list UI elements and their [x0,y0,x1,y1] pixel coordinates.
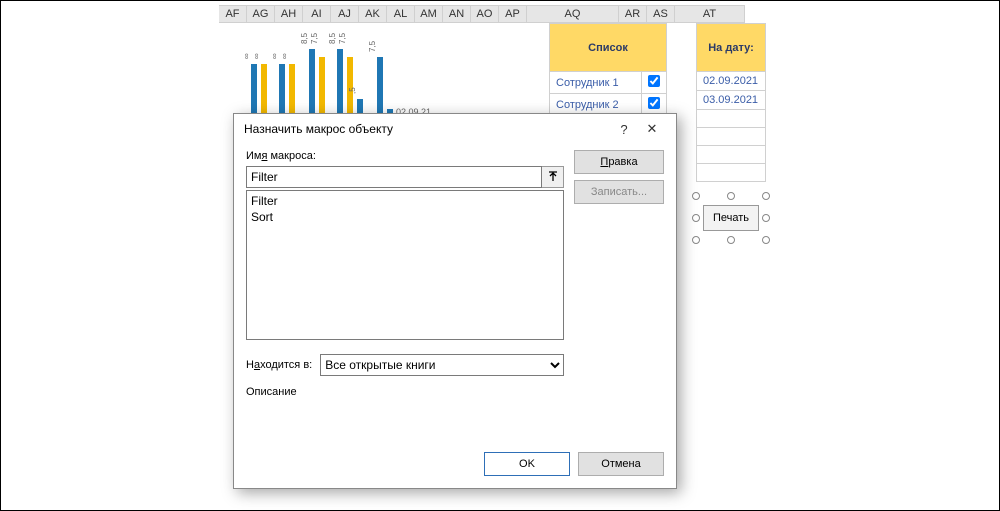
na-datu-table: На дату: 02.09.202103.09.2021 [696,23,766,182]
resize-handle[interactable] [692,236,700,244]
chart-bar: ∞ [289,64,295,119]
resize-handle[interactable] [762,236,770,244]
date-cell[interactable] [697,164,766,182]
column-header-AK[interactable]: AK [359,5,387,23]
column-header-AP[interactable]: AP [499,5,527,23]
chart-bar: ∞ [251,64,257,119]
list-item[interactable]: Sort [251,209,559,225]
chart-bar: 7,5 [319,57,325,119]
chart-bar: ∞ [261,64,267,119]
dialog-title: Назначить макрос объекту [244,122,393,136]
located-in-label: Находится в: [246,359,312,371]
employee-checkbox[interactable] [648,75,660,87]
date-cell[interactable]: 02.09.2021 [697,72,766,91]
column-header-AM[interactable]: AM [415,5,443,23]
close-icon[interactable]: ✕ [638,121,666,137]
date-cell[interactable]: 03.09.2021 [697,91,766,110]
resize-handle[interactable] [692,192,700,200]
record-button[interactable]: Записать... [574,180,664,204]
located-in-select[interactable]: Все открытые книги [320,354,564,376]
print-button[interactable]: Печать [703,205,759,231]
column-header-AL[interactable]: AL [387,5,415,23]
spisok-header: Список [550,24,667,72]
employee-checkbox[interactable] [648,97,660,109]
chart-bar: 8,5 [337,49,343,119]
column-header-AF[interactable]: AF [219,5,247,23]
column-header-AR[interactable]: AR [619,5,647,23]
date-cell[interactable] [697,146,766,164]
print-button-selected[interactable]: Печать [696,196,766,240]
resize-handle[interactable] [727,192,735,200]
column-header-AT[interactable]: AT [675,5,745,23]
resize-handle[interactable] [762,214,770,222]
column-header-AS[interactable]: AS [647,5,675,23]
chart-bar: 8,5 [309,49,315,119]
help-icon[interactable]: ? [610,122,638,137]
table-row: Сотрудник 1 [550,72,667,94]
chart-bar: 7,5 [377,57,383,119]
chart-bar: ∞ [279,64,285,119]
collapse-dialog-icon[interactable] [542,166,564,188]
employee-cell[interactable]: Сотрудник 1 [550,72,642,94]
ok-button[interactable]: OK [484,452,570,476]
macro-name-label: Имя макроса: [246,150,564,162]
embedded-bar-chart: 02.09.21 ∞∞∞∞8,57,58,57,57,5,5 [237,29,537,119]
macro-list[interactable]: FilterSort [246,190,564,340]
column-header-AN[interactable]: AN [443,5,471,23]
column-header-AO[interactable]: AO [471,5,499,23]
column-header-AH[interactable]: AH [275,5,303,23]
dialog-titlebar[interactable]: Назначить макрос объекту ? ✕ [234,114,676,144]
cancel-button[interactable]: Отмена [578,452,664,476]
edit-button[interactable]: Правка [574,150,664,174]
list-item[interactable]: Filter [251,193,559,209]
column-header-AQ[interactable]: AQ [527,5,619,23]
column-header-AI[interactable]: AI [303,5,331,23]
resize-handle[interactable] [762,192,770,200]
resize-handle[interactable] [727,236,735,244]
assign-macro-dialog: Назначить макрос объекту ? ✕ Имя макроса… [233,113,677,489]
column-header-AJ[interactable]: AJ [331,5,359,23]
column-headers: AFAGAHAIAJAKALAMANAOAPAQARASAT [219,5,745,23]
date-cell[interactable] [697,128,766,146]
na-datu-header: На дату: [697,24,766,72]
date-cell[interactable] [697,110,766,128]
description-label: Описание [246,386,564,398]
macro-name-input[interactable] [246,166,542,188]
column-header-AG[interactable]: AG [247,5,275,23]
resize-handle[interactable] [692,214,700,222]
